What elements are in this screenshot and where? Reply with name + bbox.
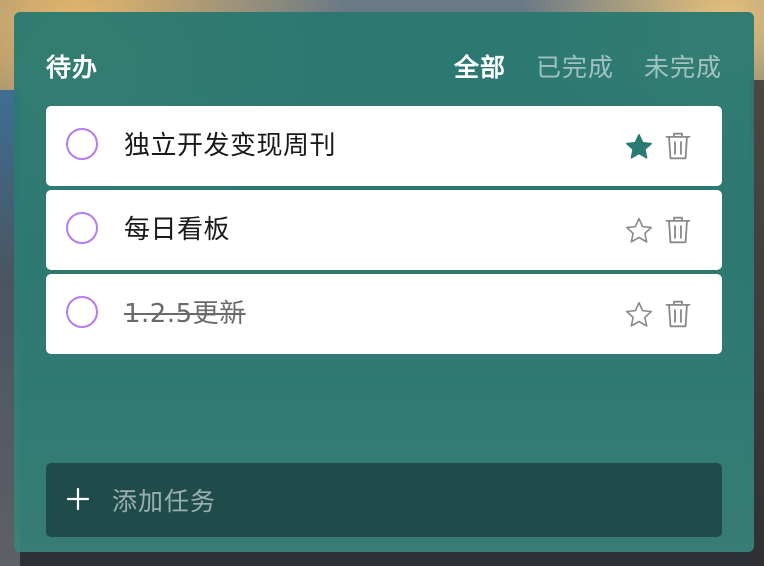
task-text: 独立开发变现周刊 <box>124 131 337 161</box>
trash-icon[interactable] <box>664 130 692 162</box>
filter-tabs: 全部 已完成 未完成 <box>454 48 722 84</box>
todo-header: 待办 全部 已完成 未完成 <box>46 48 722 84</box>
task-checkbox[interactable] <box>66 128 98 160</box>
trash-icon[interactable] <box>664 298 692 330</box>
tab-uncompleted[interactable]: 未完成 <box>644 48 722 84</box>
panel-title: 待办 <box>46 53 99 82</box>
todo-panel: 待办 全部 已完成 未完成 独立开发变现周刊 每日看板 1.2.5更新 添加任务 <box>14 12 754 552</box>
task-checkbox[interactable] <box>66 296 98 328</box>
add-task-bar[interactable] <box>46 463 722 537</box>
star-outline-icon[interactable] <box>624 300 654 330</box>
star-filled-icon[interactable] <box>624 132 654 162</box>
task-list: 独立开发变现周刊 每日看板 1.2.5更新 <box>46 106 722 354</box>
star-outline-icon[interactable] <box>624 216 654 246</box>
tab-completed[interactable]: 已完成 <box>536 48 614 84</box>
task-item[interactable]: 每日看板 <box>46 190 722 270</box>
tab-all[interactable]: 全部 <box>454 48 506 84</box>
add-task-input[interactable] <box>110 481 614 521</box>
task-item[interactable]: 1.2.5更新 <box>46 274 722 354</box>
plus-icon[interactable] <box>66 487 90 511</box>
task-item[interactable]: 独立开发变现周刊 <box>46 106 722 186</box>
task-checkbox[interactable] <box>66 212 98 244</box>
task-text: 每日看板 <box>124 215 231 245</box>
trash-icon[interactable] <box>664 214 692 246</box>
task-text-completed: 1.2.5更新 <box>124 299 246 329</box>
